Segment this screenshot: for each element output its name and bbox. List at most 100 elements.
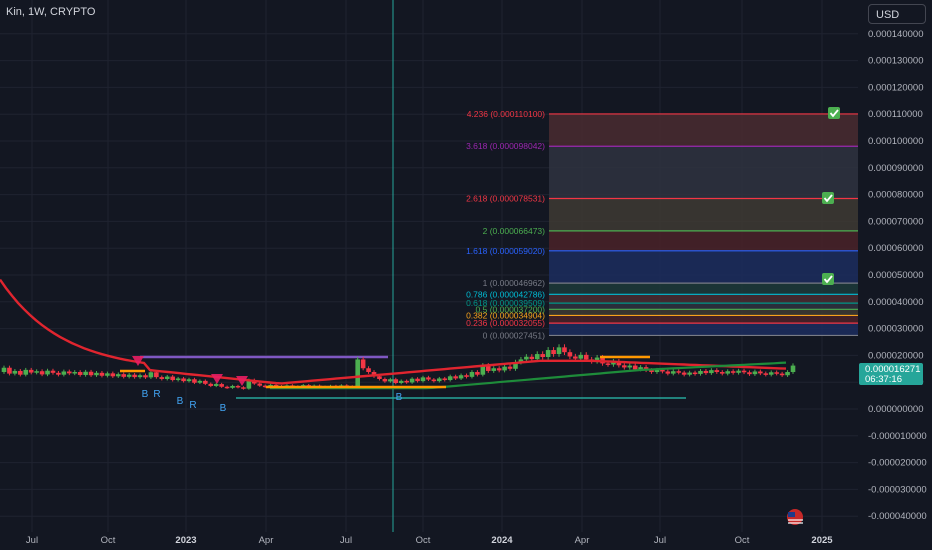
candle-body <box>61 371 67 375</box>
candle-body <box>779 373 785 376</box>
candle-body <box>88 371 94 376</box>
x-tick-label: Apr <box>575 535 590 546</box>
x-tick-label: Jul <box>654 535 666 546</box>
y-tick-label: 0.000020000 <box>868 350 923 361</box>
candle-body <box>39 371 45 375</box>
y-tick-label: 0.000050000 <box>868 270 923 281</box>
y-tick-label: 0.000000000 <box>868 404 923 415</box>
x-tick-label: Jul <box>26 535 38 546</box>
candle-body <box>551 350 556 355</box>
candle-body <box>719 372 725 374</box>
candle-body <box>556 347 562 355</box>
candle-body <box>763 373 769 375</box>
candle-body <box>676 371 682 373</box>
candle-body <box>355 359 360 388</box>
countdown-timer: 06:37:16 <box>865 374 902 385</box>
candle-body <box>507 366 513 369</box>
candle-body <box>583 354 589 360</box>
candle-body <box>143 375 148 378</box>
candle-body <box>50 370 56 373</box>
candle-body <box>28 369 34 373</box>
candle-body <box>752 371 758 375</box>
moving-average-green <box>270 361 787 390</box>
candle-body <box>458 375 464 379</box>
fib-level-label: 2.618 (0.000078531) <box>466 194 545 204</box>
price-chart[interactable]: 4.236 (0.000110100) 3.618 (0.000098042) 2.… <box>0 0 932 550</box>
candle-body <box>426 377 431 380</box>
fib-level-label: 4.236 (0.000110100) <box>467 109 545 119</box>
candle-body <box>562 347 567 353</box>
candle-body <box>164 376 170 379</box>
fib-zone <box>549 250 858 284</box>
y-tick-label: 0.000040000 <box>868 297 923 308</box>
candle-body <box>709 370 714 374</box>
fib-level-label: 0.236 (0.000032055) <box>466 318 545 328</box>
candle-body <box>453 376 458 379</box>
candle-body <box>687 372 692 375</box>
x-tick-label: 2025 <box>811 535 833 546</box>
candle-body <box>741 370 747 373</box>
flag-canton <box>788 512 795 517</box>
candle-body <box>230 385 235 388</box>
currency-selector[interactable]: USD <box>868 4 926 24</box>
candle-body <box>431 379 437 382</box>
candle-body <box>567 352 573 357</box>
candle-body <box>442 378 448 381</box>
candle-body <box>83 371 88 375</box>
candle-body <box>768 372 774 375</box>
check-box <box>828 107 840 119</box>
candle-body <box>573 356 578 359</box>
check-box <box>822 192 834 204</box>
fib-zone <box>549 309 858 316</box>
signal-marker-b: B <box>142 389 149 400</box>
candle-body <box>56 372 61 375</box>
candle-body <box>464 375 469 377</box>
candle-body <box>34 371 39 373</box>
candle-body <box>698 370 703 374</box>
candle-body <box>665 371 671 374</box>
us-flag-icon <box>787 509 803 525</box>
candle-body <box>110 373 116 377</box>
candle-body <box>714 370 720 373</box>
candle-body <box>115 374 121 377</box>
fib-zone <box>549 230 858 251</box>
candle-body <box>12 370 18 374</box>
y-tick-label: 0.000100000 <box>868 136 923 147</box>
y-tick-label: 0.000080000 <box>868 190 923 201</box>
y-tick-label: -0.000010000 <box>868 431 927 442</box>
candle-body <box>192 379 197 383</box>
candle-body <box>366 368 371 373</box>
candle-body <box>524 356 529 360</box>
candle-body <box>388 379 393 382</box>
candle-body <box>7 367 12 374</box>
fib-level-label: 2 (0.000066473) <box>483 226 546 236</box>
y-tick-label: 0.000060000 <box>868 243 923 254</box>
candle-body <box>692 372 698 375</box>
signal-marker-b: B <box>177 396 184 407</box>
check-icon <box>828 107 840 119</box>
candle-body <box>126 374 132 377</box>
check-box <box>822 273 834 285</box>
candle-body <box>409 378 415 383</box>
candle-body <box>154 372 159 378</box>
fib-zone <box>549 315 858 324</box>
candle-body <box>213 384 219 386</box>
y-tick-label: 0.000140000 <box>868 29 923 40</box>
x-tick-label: Jul <box>340 535 352 546</box>
x-tick-label: Oct <box>416 535 431 546</box>
x-tick-label: 2024 <box>491 535 513 546</box>
y-tick-label: 0.000120000 <box>868 82 923 93</box>
candle-body <box>1 367 7 373</box>
y-tick-label: 0.000090000 <box>868 163 923 174</box>
y-tick-label: -0.000020000 <box>868 458 927 469</box>
candle-body <box>670 371 676 374</box>
candle-body <box>730 371 736 373</box>
candle-body <box>747 372 752 375</box>
candle-body <box>398 380 404 384</box>
signal-marker-r: R <box>153 389 160 400</box>
y-tick-label: 0.000130000 <box>868 56 923 67</box>
candle-body <box>94 372 99 376</box>
fib-level-label: 1 (0.000046962) <box>483 278 546 288</box>
candle-body <box>540 354 545 358</box>
candle-body <box>170 376 175 381</box>
